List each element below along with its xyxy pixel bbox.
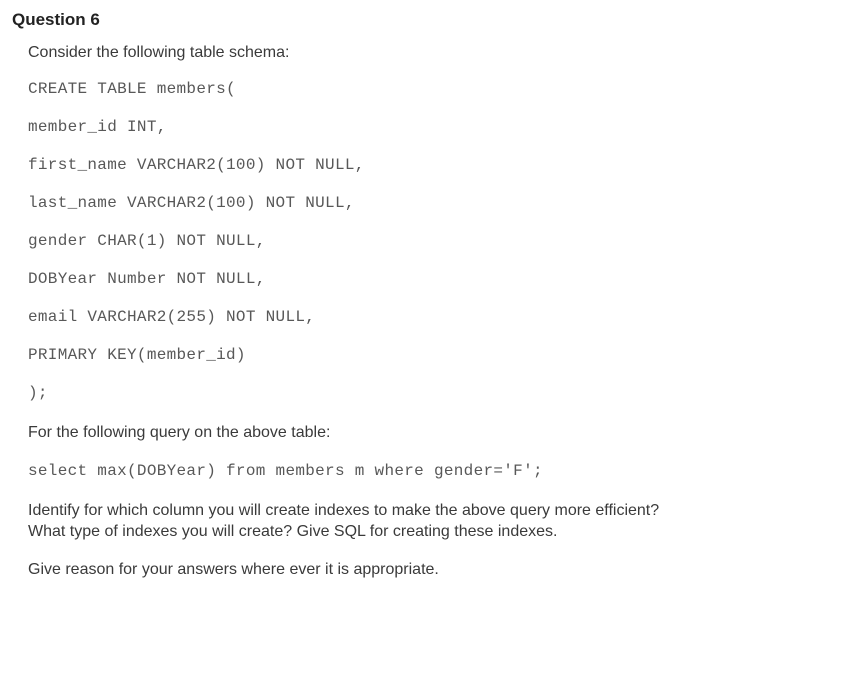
code-line-9: ); [28, 384, 858, 402]
code-line-5: gender CHAR(1) NOT NULL, [28, 232, 858, 250]
question-title: Question 6 [12, 10, 858, 30]
code-line-1: CREATE TABLE members( [28, 80, 858, 98]
code-line-3: first_name VARCHAR2(100) NOT NULL, [28, 156, 858, 174]
question-body: Consider the following table schema: CRE… [10, 44, 858, 580]
code-line-2: member_id INT, [28, 118, 858, 136]
code-line-8: PRIMARY KEY(member_id) [28, 346, 858, 364]
code-line-7: email VARCHAR2(255) NOT NULL, [28, 308, 858, 326]
task-text: Identify for which column you will creat… [28, 500, 688, 543]
code-line-6: DOBYear Number NOT NULL, [28, 270, 858, 288]
query-line: select max(DOBYear) from members m where… [28, 462, 858, 480]
query-intro: For the following query on the above tab… [28, 422, 858, 444]
code-line-4: last_name VARCHAR2(100) NOT NULL, [28, 194, 858, 212]
reason-text: Give reason for your answers where ever … [28, 559, 858, 581]
intro-text: Consider the following table schema: [28, 44, 858, 62]
